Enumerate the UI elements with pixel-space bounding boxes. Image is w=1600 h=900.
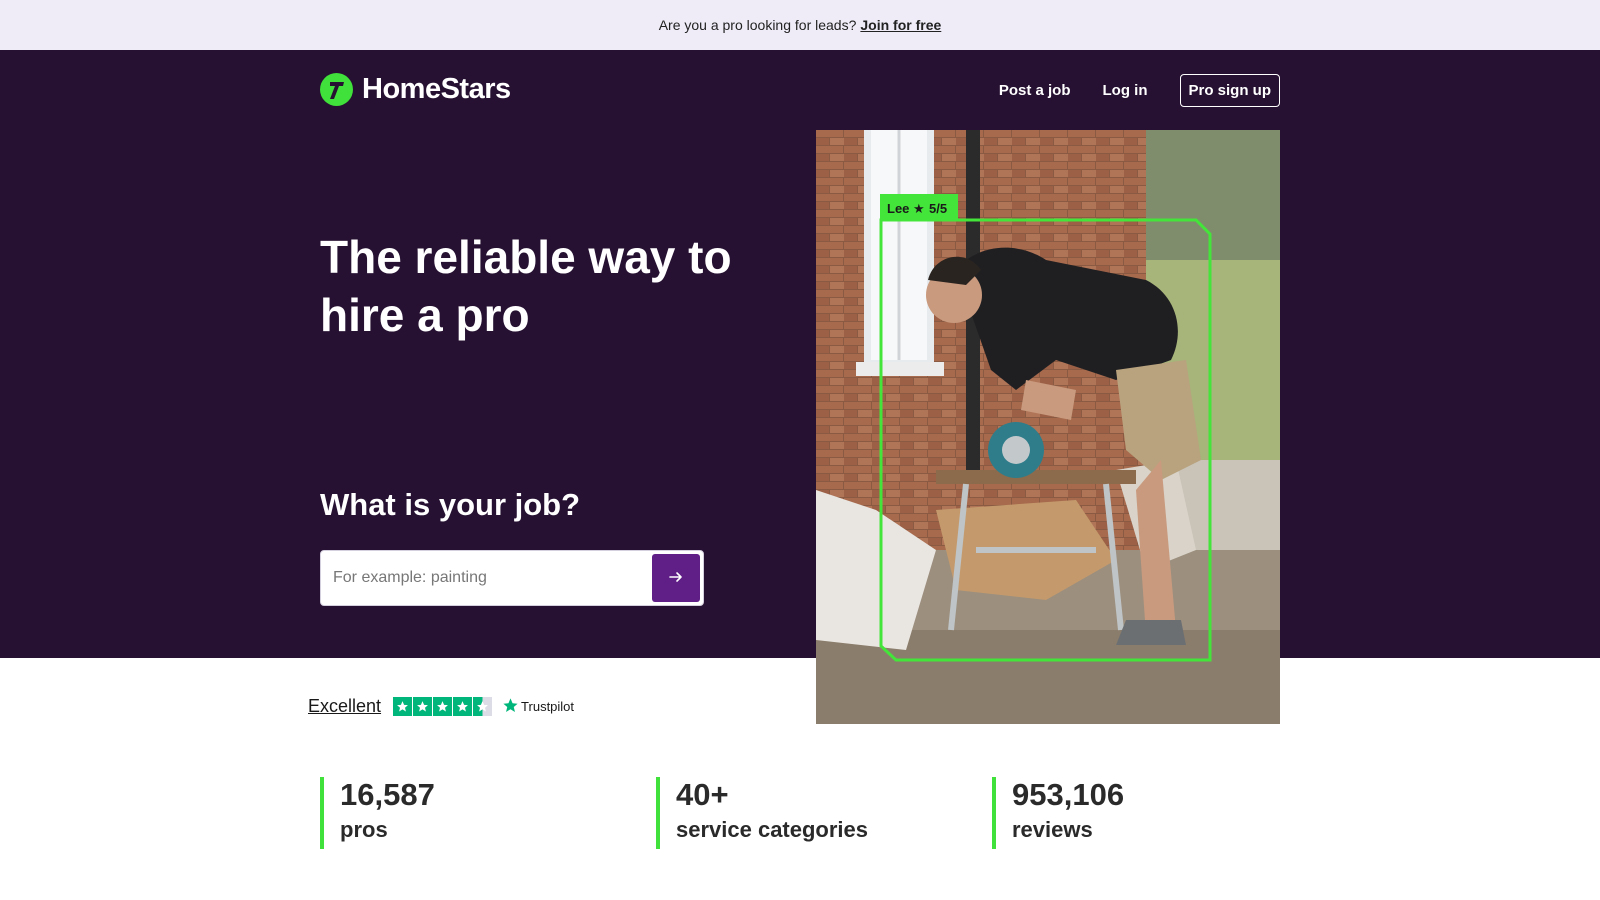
hero-section [0, 50, 1600, 658]
stat-label: service categories [676, 817, 869, 842]
top-nav: Post a job Log in Pro sign up [967, 74, 1280, 107]
photo-tag-name: Lee [887, 201, 909, 216]
hero-photo: Lee ★ 5/5 [816, 130, 1280, 724]
pro-sign-up-button[interactable]: Pro sign up [1179, 74, 1280, 107]
search-submit-button[interactable] [652, 554, 700, 602]
hammer-logo-icon [320, 73, 353, 106]
stat-label: pros [340, 817, 388, 842]
trustpilot-stars [393, 697, 493, 716]
arrow-right-icon [668, 569, 684, 588]
trustpilot-brand-text: Trustpilot [521, 699, 575, 714]
star-icon [433, 697, 453, 716]
promo-text: Are you a pro looking for leads? [658, 17, 857, 33]
stat-pros: 16,587 pros [320, 777, 435, 849]
stat-label: reviews [1012, 817, 1093, 842]
post-a-job-link[interactable]: Post a job [999, 82, 1071, 99]
trustpilot-rating-text[interactable]: Excellent [308, 696, 381, 717]
stat-value: 40+ [676, 777, 729, 812]
stat-value: 16,587 [340, 777, 435, 812]
half-star-icon [473, 697, 493, 716]
job-search-input[interactable] [321, 551, 641, 605]
trustpilot-logo: Trustpilot [502, 697, 574, 717]
stat-value: 953,106 [1012, 777, 1125, 812]
star-icon [413, 697, 433, 716]
photo-tag-rating: 5/5 [929, 201, 947, 216]
job-search-form [320, 550, 704, 606]
join-for-free-link[interactable]: Join for free [860, 17, 941, 33]
logo-text: HomeStars [362, 73, 511, 105]
star-icon [453, 697, 473, 716]
log-in-link[interactable]: Log in [1103, 82, 1148, 99]
trustpilot-widget[interactable]: Excellent Trustpilot [308, 696, 574, 717]
job-question-heading: What is your job? [320, 487, 581, 522]
homestars-logo[interactable]: HomeStars [320, 73, 511, 106]
trustpilot-star-icon [502, 697, 521, 717]
star-icon [393, 697, 413, 716]
stat-service-categories: 40+ service categories [656, 777, 868, 849]
hero-headline: The reliable way to hire a pro [320, 231, 732, 341]
star-icon: ★ [913, 202, 925, 217]
promo-bar: Are you a pro looking for leads? Join fo… [0, 0, 1600, 50]
stat-reviews: 953,106 reviews [992, 777, 1124, 849]
